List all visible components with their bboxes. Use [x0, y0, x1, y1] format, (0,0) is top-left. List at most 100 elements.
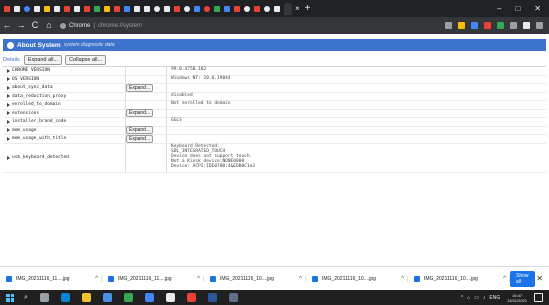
download-filename: IMG_20211116_10....jpg — [220, 276, 274, 282]
tray-icon[interactable]: ^ — [461, 295, 463, 301]
file-explorer-icon[interactable] — [81, 293, 91, 302]
tab-favicon[interactable] — [224, 5, 230, 12]
tray-icon[interactable]: ⌂ — [467, 295, 470, 301]
row-expand-cell — [125, 101, 167, 109]
tray-icon[interactable]: ENG — [489, 295, 500, 301]
download-item[interactable]: IMG_20211116_10....jpg ^ — [414, 276, 510, 282]
photos-app-icon[interactable] — [228, 293, 238, 302]
extension-icon[interactable] — [484, 22, 491, 29]
extension-icon[interactable] — [497, 22, 504, 29]
address-bar[interactable]: Chrome | chrome://system — [60, 20, 360, 31]
youtube-icon[interactable] — [84, 5, 90, 12]
omnibox-url[interactable]: chrome://system — [98, 23, 142, 29]
forward-button[interactable]: → — [14, 17, 28, 34]
share-icon[interactable] — [445, 22, 452, 29]
drive-icon[interactable] — [44, 5, 50, 12]
table-row: data_reduction_proxy disabled — [3, 92, 546, 101]
download-item[interactable]: IMG_20211116_10....jpg ^ — [312, 276, 408, 282]
tray-icon[interactable]: ♪ — [483, 295, 486, 301]
photos-icon[interactable] — [186, 293, 196, 302]
google-icon[interactable] — [24, 5, 30, 12]
expand-button[interactable]: Expand... — [126, 134, 154, 143]
extension-icon[interactable] — [471, 22, 478, 29]
row-key: mem_usage_with_title — [3, 135, 125, 143]
tab-favicon[interactable] — [174, 5, 180, 12]
tab-favicon[interactable] — [194, 5, 200, 12]
tray-icon[interactable]: ▭ — [474, 295, 479, 301]
app-icon[interactable] — [165, 293, 175, 302]
chevron-up-icon[interactable]: ^ — [401, 276, 404, 282]
expand-all-button[interactable]: Expand all... — [23, 55, 63, 65]
chevron-up-icon[interactable]: ^ — [95, 276, 98, 282]
chrome-app-icon[interactable] — [123, 293, 133, 302]
bullet-icon — [7, 119, 10, 124]
system-info-table: CHROME VERSION 99.0.4758.102 OS VERSION Win… — [3, 66, 546, 173]
home-button[interactable]: ⌂ — [42, 17, 56, 34]
download-item[interactable]: IMG_20211116_11....jpg ^ — [108, 276, 204, 282]
profile-avatar-icon[interactable] — [523, 22, 530, 29]
tab-favicon[interactable] — [234, 5, 240, 12]
tab-favicon[interactable] — [124, 5, 130, 12]
download-list: IMG_20211116_11....jpg ^ IMG_20211116_11..… — [0, 276, 510, 282]
gmail-icon[interactable] — [4, 5, 10, 12]
chrome-tab-icon[interactable] — [14, 5, 20, 12]
download-item[interactable]: IMG_20211116_10....jpg ^ — [210, 276, 306, 282]
word-icon[interactable] — [207, 293, 217, 302]
window-controls: – □ ✕ — [497, 4, 549, 13]
reload-button[interactable]: C — [28, 17, 42, 34]
tab-favicon[interactable] — [74, 5, 80, 12]
chevron-up-icon[interactable]: ^ — [299, 276, 302, 282]
edge-icon[interactable] — [60, 293, 70, 302]
tab-favicon[interactable] — [254, 5, 260, 12]
tab-favicon[interactable] — [134, 5, 140, 12]
store-icon[interactable] — [102, 293, 112, 302]
tab-favicon[interactable] — [244, 5, 250, 12]
tab-favicon[interactable] — [214, 5, 220, 12]
tab-favicon[interactable] — [204, 5, 210, 12]
tab-favicon[interactable] — [274, 5, 280, 12]
row-key-label: usb_keyboard_detected — [12, 155, 69, 161]
tab-favicon[interactable] — [54, 5, 60, 12]
tab-favicon[interactable] — [154, 5, 160, 12]
start-button[interactable] — [6, 293, 14, 302]
collapse-all-button[interactable]: Collapse all... — [65, 55, 107, 65]
notification-icon[interactable] — [534, 293, 543, 302]
download-item[interactable]: IMG_20211116_11....jpg ^ — [6, 276, 102, 282]
tab-favicon[interactable] — [264, 5, 270, 12]
omnibox-label: Chrome — [69, 22, 91, 29]
close-window-button[interactable]: ✕ — [534, 4, 541, 13]
tab-strip: × + – □ ✕ — [0, 0, 549, 17]
task-view-icon[interactable] — [39, 293, 49, 302]
tab-active[interactable] — [284, 2, 292, 15]
chevron-up-icon[interactable]: ^ — [197, 276, 200, 282]
row-expand-cell — [125, 92, 167, 100]
puzzle-icon[interactable] — [510, 22, 517, 29]
bookmark-star-icon[interactable] — [458, 22, 465, 29]
tab-favicon[interactable] — [34, 5, 40, 12]
tab-favicon[interactable] — [184, 5, 190, 12]
chrome-app-icon[interactable] — [144, 293, 154, 302]
menu-kebab-icon[interactable] — [536, 22, 543, 29]
expand-button[interactable]: Expand... — [126, 83, 154, 92]
expand-button[interactable]: Expand... — [126, 109, 154, 118]
row-value — [167, 84, 546, 92]
maximize-button[interactable]: □ — [515, 4, 520, 13]
tab-favicon[interactable] — [164, 5, 170, 12]
minimize-button[interactable]: – — [497, 4, 501, 13]
row-value — [167, 135, 546, 143]
tab-favicon[interactable] — [64, 5, 70, 12]
tab-favicon[interactable] — [114, 5, 120, 12]
expand-button[interactable]: Expand... — [126, 126, 154, 135]
close-downloads-icon[interactable]: ✕ — [536, 274, 543, 283]
tab-favicon[interactable] — [144, 5, 150, 12]
new-tab-button[interactable]: + — [305, 3, 311, 14]
back-button[interactable]: ← — [0, 17, 14, 34]
tab-favicon[interactable] — [104, 5, 110, 12]
chevron-up-icon[interactable]: ^ — [503, 276, 506, 282]
tab-close-icon[interactable]: × — [295, 4, 300, 13]
bullet-icon — [7, 128, 10, 133]
clock[interactable]: 16:47 16/11/2021 — [507, 293, 527, 303]
tab-favicon[interactable] — [94, 5, 100, 12]
row-key: OS VERSION — [3, 76, 125, 84]
show-all-button[interactable]: Show all — [510, 271, 535, 287]
